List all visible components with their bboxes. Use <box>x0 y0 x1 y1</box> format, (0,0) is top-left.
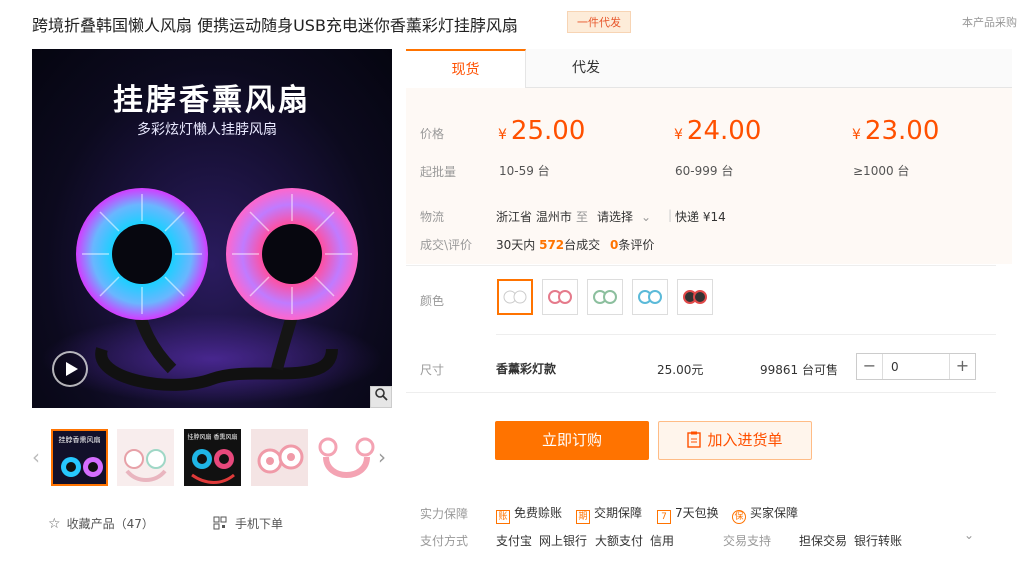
trade-support-label: 交易支持 <box>723 534 772 548</box>
size-label: 尺寸 <box>420 363 445 377</box>
buy-now-button[interactable]: 立即订购 <box>495 421 649 460</box>
thumbnail[interactable]: 挂脖风扇 香熏风扇 <box>184 429 241 486</box>
credit-icon: 账 <box>496 510 510 524</box>
price-tier-3: ¥23.00 <box>852 116 940 146</box>
chevron-down-icon: ⌄ <box>641 210 652 224</box>
mobile-order-button[interactable]: 手机下单 <box>213 515 283 533</box>
page-title: 跨境折叠韩国懒人风扇 便携运动随身USB充电迷你香薰彩灯挂脖风扇 <box>32 16 518 35</box>
size-option-stock: 99861 台可售 <box>760 363 838 377</box>
qrcode-icon <box>213 516 227 533</box>
chevron-left-icon[interactable]: ‹ <box>32 445 40 469</box>
fan-illustration <box>42 188 382 404</box>
size-option-price: 25.00元 <box>657 363 704 377</box>
thumbnail-label: 挂脖风扇 香熏风扇 <box>187 434 238 441</box>
ship-to-word: 至 <box>576 210 589 224</box>
thumbnail[interactable] <box>318 429 375 486</box>
divider <box>406 265 996 266</box>
moq-tier-2: 60-999 台 <box>675 164 734 178</box>
express-fee: 快递 ¥14 <box>675 210 726 224</box>
mobile-order-label: 手机下单 <box>235 517 284 531</box>
trade-escrow: 担保交易 <box>799 534 848 548</box>
guarantee-exchange[interactable]: 7 7天包换 <box>657 504 719 524</box>
pay-alipay: 支付宝 <box>496 534 533 548</box>
star-icon: ☆ <box>48 516 61 532</box>
moq-tier-3: ≥1000 台 <box>853 164 910 178</box>
logistics-label: 物流 <box>420 210 445 224</box>
color-swatch-pink[interactable] <box>542 279 578 315</box>
quantity-stepper: − + <box>856 353 976 380</box>
play-icon[interactable] <box>52 351 88 387</box>
tab-in-stock[interactable]: 现货 <box>406 49 526 89</box>
payment-label: 支付方式 <box>420 534 469 548</box>
favorite-label: 收藏产品（47） <box>66 517 154 531</box>
color-swatch-green[interactable] <box>587 279 623 315</box>
size-option-name: 香薰彩灯款 <box>496 362 557 376</box>
deals-label: 成交\评价 <box>420 238 473 252</box>
thumbnail-label: 挂脖香熏风扇 <box>58 436 101 444</box>
thumbnail[interactable] <box>251 429 308 486</box>
quantity-increase-button[interactable]: + <box>949 354 975 379</box>
guarantee-delivery[interactable]: 期交期保障 <box>576 504 642 524</box>
ship-from: 浙江省 温州市 <box>496 210 572 224</box>
color-label: 颜色 <box>420 294 445 308</box>
divider: | <box>668 208 673 222</box>
moq-label: 起批量 <box>420 165 457 179</box>
pay-online-bank: 网上银行 <box>539 534 588 548</box>
reviews-count[interactable]: 0条评价 <box>610 236 654 253</box>
top-right-note: 本产品采购 <box>962 16 1017 29</box>
pay-credit: 信用 <box>650 534 675 548</box>
favorite-button[interactable]: ☆ 收藏产品（47） <box>48 515 154 532</box>
main-product-image[interactable]: 挂脖香熏风扇 多彩炫灯懒人挂脖风扇 <box>32 49 392 408</box>
color-swatch-blue[interactable] <box>632 279 668 315</box>
add-to-cart-button[interactable]: 加入进货单 <box>658 421 812 460</box>
guarantee-buyer[interactable]: 保买家保障 <box>732 504 798 524</box>
stock-tabs: 现货 代发 <box>406 49 1012 89</box>
divider <box>496 334 996 335</box>
chevron-down-icon[interactable]: ⌄ <box>964 528 974 542</box>
shield-icon: 保 <box>732 510 746 524</box>
delivery-icon: 期 <box>576 510 590 524</box>
moq-tier-1: 10-59 台 <box>499 164 550 178</box>
guarantee-label: 实力保障 <box>420 507 469 521</box>
clipboard-icon <box>687 425 702 462</box>
divider <box>406 392 996 393</box>
add-to-cart-label: 加入进货单 <box>707 431 783 449</box>
color-swatch-white[interactable] <box>497 279 533 315</box>
thumbnail[interactable]: 挂脖香熏风扇 <box>51 429 108 486</box>
price-label: 价格 <box>420 127 445 141</box>
search-icon[interactable] <box>370 386 392 408</box>
dropship-badge: 一件代发 <box>567 11 631 33</box>
deals-count: 30天内 572台成交 <box>496 238 601 252</box>
trade-bank-transfer: 银行转账 <box>854 534 903 548</box>
calendar-icon: 7 <box>657 510 671 524</box>
price-tier-1: ¥25.00 <box>498 116 586 146</box>
color-swatch-black[interactable] <box>677 279 713 315</box>
quantity-input[interactable] <box>883 354 949 379</box>
thumbnail[interactable] <box>117 429 174 486</box>
pay-large: 大额支付 <box>595 534 644 548</box>
quantity-decrease-button[interactable]: − <box>857 354 883 379</box>
tab-dropship[interactable]: 代发 <box>526 49 646 88</box>
guarantee-credit[interactable]: 账免费赊账 <box>496 504 562 524</box>
chevron-right-icon[interactable]: › <box>378 445 386 469</box>
destination-select[interactable]: 请选择 ⌄ <box>597 208 651 225</box>
price-tier-2: ¥24.00 <box>674 116 762 146</box>
